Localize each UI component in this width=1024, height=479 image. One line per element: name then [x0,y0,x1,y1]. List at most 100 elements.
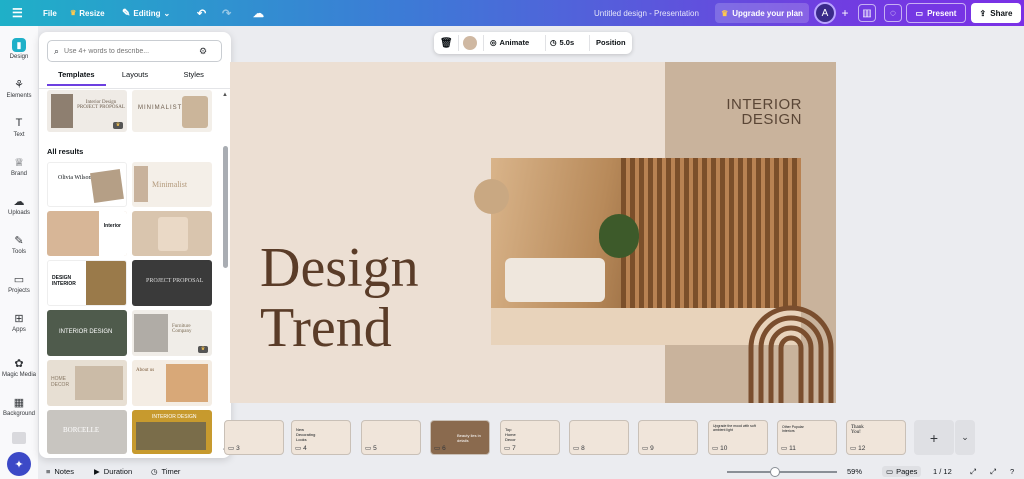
comment-icon[interactable]: ◌ [884,4,902,22]
rail-item-magic-media[interactable]: ✿ Magic Media [0,356,38,379]
template-thumb[interactable]: About us [132,360,212,406]
template-thumb[interactable]: INTERIOR DESIGN [132,410,212,454]
zoom-slider-handle[interactable] [770,467,780,477]
panel-scrollbar[interactable] [223,146,228,268]
page-thumb-9[interactable]: ▭ 9 [638,420,698,455]
present-button[interactable]: ▭ Present [906,3,966,23]
page-thumb-7[interactable]: Top Home Decor ▭ 7 [500,420,560,455]
slide-circle-accent[interactable] [474,179,509,214]
more-apps-icon[interactable] [12,432,26,444]
rail-item-apps[interactable]: ⊞ Apps [0,311,38,334]
page-number-label: 10 [720,444,728,452]
wood-slat-wall [621,158,801,308]
position-button[interactable]: Position [596,38,626,47]
template-thumb[interactable]: Furniture Company ♛ [132,310,212,356]
template-thumb[interactable]: HOME DECOR [47,360,127,406]
hamburger-icon[interactable]: ☰ [12,6,23,20]
pages-view-button[interactable]: ▭ Pages [882,466,922,477]
page-counter[interactable]: 1 / 12 [933,467,952,476]
page-thumb-6[interactable]: Beauty lies in details ▭ 6 [430,420,490,455]
rail-item-elements[interactable]: ⚘ Elements [0,77,38,100]
design-icon: ▮ [12,38,26,52]
section-heading: All results [47,147,84,156]
help-icon[interactable]: ? [1010,467,1014,476]
search-input[interactable] [64,47,195,55]
slide-canvas[interactable]: INTERIOR DESIGN Design Trend [230,62,836,403]
notes-button[interactable]: ≡ Notes [46,467,74,476]
page-thumb-11[interactable]: Other Popular Interiors ▭ 11 [777,420,837,455]
template-thumb[interactable]: MINIMALIST [132,90,212,132]
redo-icon[interactable]: ↷ [222,7,231,20]
template-thumb[interactable]: DESIGN INTERIOR [47,260,127,306]
cloud-sync-icon[interactable]: ☁ [253,7,264,20]
fullscreen-icon[interactable]: ⤢ [990,467,996,477]
duration-toggle[interactable]: ▶ Duration [94,467,132,476]
pencil-icon: ✎ [122,7,131,19]
slide-headline[interactable]: Design Trend [260,238,419,358]
document-title[interactable]: Untitled design - Presentation [594,9,699,18]
background-icon: ▦ [13,396,25,409]
zoom-slider-track[interactable] [727,471,837,473]
rail-item-design[interactable]: ▮ Design [0,38,38,60]
template-search[interactable]: ⌕ ⚙ [47,40,222,62]
scroll-up-icon[interactable]: ▲ [222,92,228,98]
template-title: DESIGN INTERIOR [52,275,76,287]
zoom-value[interactable]: 59% [847,467,862,476]
template-title: Interior [103,223,121,229]
add-page-button[interactable]: + [914,420,954,455]
page-thumb-12[interactable]: Thank You! ▭ 12 [846,420,906,455]
duration-button[interactable]: ◷ 5.0s [550,38,574,47]
brand-icon: ♕ [14,156,24,169]
rail-item-projects[interactable]: ▭ Projects [0,272,38,295]
template-thumb[interactable]: INTERIOR DESIGN [47,310,127,356]
page-thumb-4[interactable]: New Decorating Looks ▭ 4 [291,420,351,455]
rail-item-background[interactable]: ▦ Background [0,395,38,418]
insights-icon[interactable]: ▥ [858,4,876,22]
tools-icon: ✎ [14,234,24,247]
grid-view-icon[interactable]: ⤢ [970,467,976,477]
chevron-down-icon[interactable]: ⌄ [955,420,975,455]
rail-item-tools[interactable]: ✎ Tools [0,233,38,256]
resize-button[interactable]: ♛ Resize [70,9,105,18]
page-number-label: 3 [236,444,240,452]
filter-icon[interactable]: ⚙ [199,46,207,57]
delete-icon[interactable]: 🗑 [440,38,453,49]
template-thumb[interactable]: Interior Design PROJECT PROPOSAL ♛ [47,90,127,132]
timer-button[interactable]: ◷ Timer [151,467,180,476]
page-thumb-5[interactable]: ▭ 5 [361,420,421,455]
file-menu[interactable]: File [43,9,57,18]
template-thumb[interactable]: Olivia Wilson [47,162,127,207]
comment-icon: ▭ [573,445,580,452]
template-thumb[interactable]: Minimalist [132,162,212,207]
color-swatch[interactable] [463,36,477,50]
rail-label: Text [13,132,25,138]
page-thumb-8[interactable]: ▭ 8 [569,420,629,455]
template-thumb[interactable] [132,211,212,256]
page-thumb-3[interactable]: ▭ 3 [224,420,284,455]
add-collaborator-icon[interactable]: + [836,4,854,22]
tab-layouts[interactable]: Layouts [106,70,165,86]
rail-item-uploads[interactable]: ☁ Uploads [0,194,38,217]
tab-templates[interactable]: Templates [47,70,106,86]
rail-item-text[interactable]: T Text [0,116,38,138]
template-thumb[interactable]: PROJECT PROPOSAL [132,260,212,306]
upgrade-label: Upgrade your plan [732,8,803,18]
avatar[interactable]: A [814,2,836,24]
share-label: Share [990,8,1013,18]
template-thumb[interactable]: BORCELLE [47,410,127,454]
page-number-label: 4 [303,444,307,452]
slide-arch-shape[interactable] [745,300,836,403]
page-thumb-10[interactable]: Upgrade the mood with soft ambient light… [708,420,768,455]
upgrade-button[interactable]: ♛ Upgrade your plan [715,3,809,23]
animate-button[interactable]: ◎ Animate [490,38,529,47]
rail-item-brand[interactable]: ♕ Brand [0,155,38,178]
undo-icon[interactable]: ↶ [197,7,206,20]
avatar-letter: A [821,7,829,19]
tab-styles[interactable]: Styles [164,70,223,86]
page-thumb-text: New Decorating Looks [296,427,316,442]
editing-dropdown[interactable]: ✎ Editing ⌄ [122,8,170,19]
share-button[interactable]: ⇪ Share [971,3,1021,23]
comment-icon: ▭ [228,445,235,452]
slide-corner-title[interactable]: INTERIOR DESIGN [665,97,802,127]
template-thumb[interactable]: Interior [47,211,127,256]
